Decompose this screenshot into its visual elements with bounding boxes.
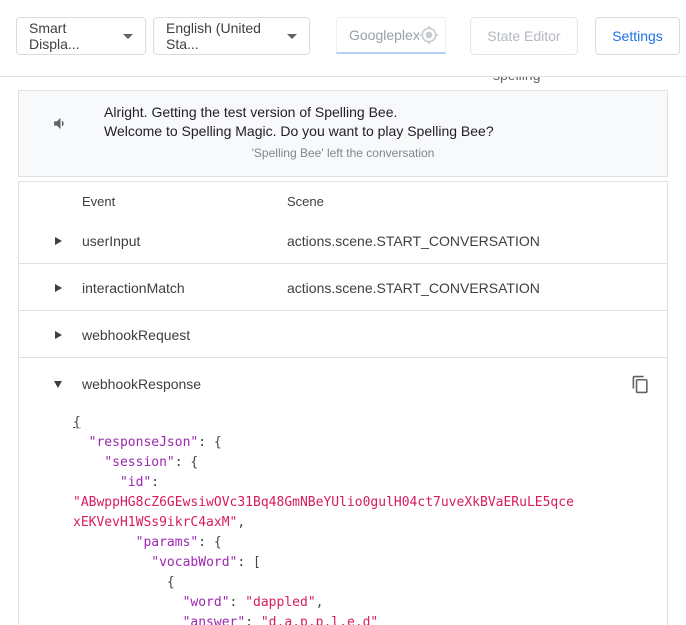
table-row-interaction-match: interactionMatch actions.scene.START_CON… (19, 264, 667, 311)
conversation-status-note: 'Spelling Bee' left the conversation (19, 146, 667, 160)
language-selector-dropdown[interactable]: English (United Sta... (153, 17, 310, 55)
json-line: "answer": "d,a,p,p,l,e,d" (73, 613, 657, 625)
event-name: userInput (82, 233, 140, 249)
json-line: "session": { (73, 453, 657, 473)
device-selector-dropdown[interactable]: Smart Displa... (16, 17, 146, 55)
expand-row-button[interactable] (45, 275, 71, 301)
assistant-response-panel: Alright. Getting the test version of Spe… (18, 90, 668, 177)
simulator-toolbar: Smart Displa... English (United Sta... G… (0, 0, 686, 76)
json-line: "params": { (73, 533, 657, 553)
json-line: "responseJson": { (73, 433, 657, 453)
table-row-webhook-request: webhookRequest (19, 311, 667, 358)
triangle-right-icon (55, 284, 62, 292)
assistant-message: Alright. Getting the test version of Spe… (104, 103, 494, 141)
expand-row-button[interactable] (45, 322, 71, 348)
json-line: "id": (73, 473, 657, 493)
chevron-down-icon (123, 34, 133, 39)
triangle-down-icon (54, 381, 62, 388)
triangle-right-icon (55, 331, 62, 339)
assistant-message-line-2: Welcome to Spelling Magic. Do you want t… (104, 122, 494, 141)
assistant-message-line-1: Alright. Getting the test version of Spe… (104, 103, 494, 122)
location-value: Googleplex... (349, 27, 419, 43)
column-header-event: Event (82, 194, 115, 209)
device-selector-label: Smart Displa... (29, 20, 115, 52)
collapse-row-button[interactable] (45, 371, 71, 397)
json-line: { (73, 573, 657, 593)
speaker-icon (52, 115, 69, 132)
event-name: webhookRequest (82, 327, 190, 343)
clipped-message-text: spelling (493, 77, 540, 83)
event-log-table: Event Scene userInput actions.scene.STAR… (18, 181, 668, 625)
json-line: xEKVevH1WSs9ikrC4axM", (73, 513, 657, 533)
language-selector-label: English (United Sta... (166, 20, 279, 52)
scene-value: actions.scene.START_CONVERSATION (287, 233, 540, 249)
copy-icon (631, 375, 650, 394)
settings-button[interactable]: Settings (595, 17, 680, 55)
state-editor-button[interactable]: State Editor (470, 17, 578, 55)
json-line: "vocabWord": [ (73, 553, 657, 573)
column-header-scene: Scene (287, 194, 324, 209)
chevron-down-icon (287, 34, 297, 39)
table-row-user-input: userInput actions.scene.START_CONVERSATI… (19, 217, 667, 264)
location-target-icon (419, 25, 439, 45)
event-name: interactionMatch (82, 280, 185, 296)
location-field[interactable]: Googleplex... (336, 17, 446, 54)
json-viewer[interactable]: { "responseJson": { "session": { "id":"A… (19, 410, 667, 625)
json-line: { (73, 413, 657, 433)
json-line: "word": "dappled", (73, 593, 657, 613)
json-line: "ABwppHG8cZ6GEwsiwOVc31Bq48GmNBeYUlio0gu… (73, 493, 657, 513)
table-row-webhook-response: webhookResponse (19, 358, 667, 410)
table-header-row: Event Scene (19, 182, 667, 217)
copy-json-button[interactable] (625, 369, 655, 399)
scrolled-conversation-clip: spelling (19, 77, 667, 90)
scene-value: actions.scene.START_CONVERSATION (287, 280, 540, 296)
expand-row-button[interactable] (45, 228, 71, 254)
triangle-right-icon (55, 237, 62, 245)
event-name: webhookResponse (82, 376, 201, 392)
